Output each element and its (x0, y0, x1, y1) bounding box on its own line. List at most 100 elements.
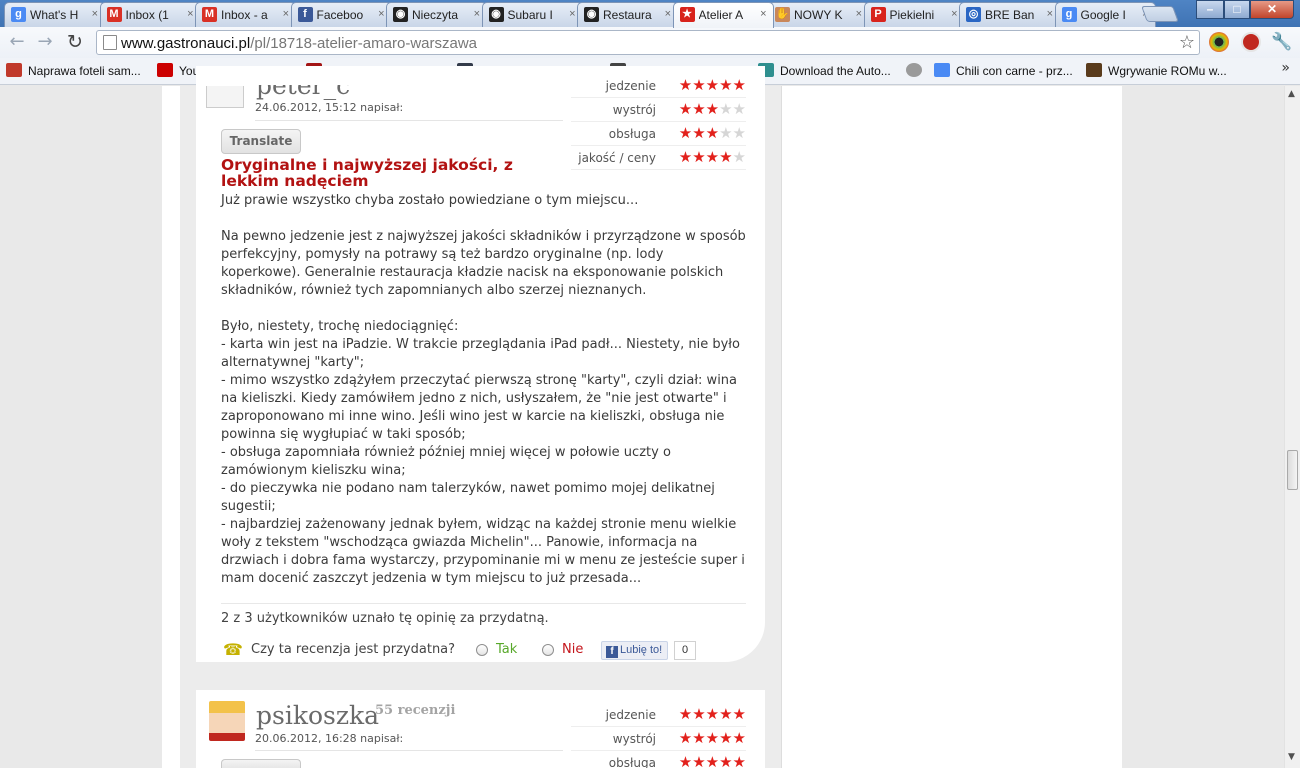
tab-strip: g What's H × M Inbox (1 × M Inbox - a × f Faceboo ×… (0, 0, 1300, 28)
star-icon: ★ (732, 705, 746, 723)
vote-question: Czy ta recenzja jest przydatna? (251, 642, 456, 657)
browser-tab[interactable]: f Faceboo × (290, 2, 392, 27)
avatar[interactable] (209, 701, 245, 741)
browser-tab[interactable]: g What's H × (4, 2, 105, 27)
browser-tab[interactable]: ★ Atelier A × (672, 2, 774, 28)
scroll-up-icon[interactable]: ▲ (1288, 89, 1295, 99)
reviewer-name[interactable]: psikoszka (256, 701, 379, 730)
close-tab-icon[interactable]: × (1047, 8, 1053, 20)
tab-label: Restaura (603, 8, 652, 22)
divider (221, 603, 746, 604)
ratings-table: jedzenie ★★★★★ wystrój ★★★★★ obsługa ★★★★★ jak… (571, 74, 746, 170)
adblock-icon[interactable] (1241, 32, 1261, 52)
bookmark-item[interactable]: Wgrywanie ROMu w... (1086, 63, 1227, 78)
browser-tab[interactable]: M Inbox (1 × (99, 2, 201, 27)
close-window-button[interactable]: ✕ (1250, 0, 1294, 19)
vote-yes-label[interactable]: Tak (496, 642, 517, 657)
review-count[interactable]: 55 recenzji (375, 703, 455, 718)
tab-label: Inbox - a (221, 8, 268, 22)
bookmark-item[interactable] (906, 63, 928, 78)
tab-label: Atelier A (698, 8, 744, 22)
forward-icon[interactable]: → (34, 31, 56, 53)
divider (255, 120, 563, 121)
star-icon: ★ (732, 148, 746, 166)
star-icon: ★ (732, 753, 746, 768)
browser-tab[interactable]: ✋ NOWY K × (768, 2, 869, 27)
bookmark-favicon-icon (1086, 63, 1102, 77)
close-tab-icon[interactable]: × (187, 8, 193, 20)
tab-label: Piekielni (889, 8, 935, 22)
close-tab-icon[interactable]: × (569, 8, 575, 20)
browser-tab[interactable]: ◎ BRE Ban × (959, 2, 1060, 27)
browser-tab[interactable]: P Piekielni × (863, 2, 965, 27)
translate-button[interactable] (221, 759, 301, 768)
bookmark-favicon-icon (906, 63, 922, 77)
star-rating: ★★★★★ (679, 76, 746, 94)
back-icon[interactable]: ← (6, 31, 28, 53)
star-icon: ★ (678, 76, 693, 94)
bookmark-star-icon[interactable]: ☆ (1179, 32, 1195, 53)
reload-icon[interactable]: ↻ (64, 31, 86, 53)
star-icon: ★ (678, 705, 693, 723)
close-tab-icon[interactable]: × (856, 8, 862, 20)
star-icon: ★ (678, 100, 693, 118)
translate-button[interactable]: Translate (221, 129, 301, 154)
close-tab-icon[interactable]: × (92, 8, 98, 20)
more-bookmarks-icon[interactable]: » (1281, 60, 1290, 76)
bookmark-favicon-icon (6, 63, 22, 77)
star-icon: ★ (705, 124, 720, 142)
close-tab-icon[interactable]: × (951, 8, 957, 20)
wrench-icon[interactable]: 🔧 (1271, 31, 1293, 53)
tab-label: Nieczyta (412, 8, 459, 22)
browser-tab[interactable]: ◉ Subaru I × (481, 2, 583, 27)
vote-no-radio[interactable] (542, 644, 554, 656)
bookmark-item[interactable]: Chili con carne - prz... (934, 63, 1073, 78)
vote-no-label[interactable]: Nie (562, 642, 583, 657)
address-bar[interactable]: www.gastronauci.pl/pl/18718-atelier-amar… (96, 30, 1200, 55)
close-tab-icon[interactable]: × (665, 8, 671, 20)
review-body: Już prawie wszystko chyba zostało powied… (221, 193, 746, 586)
browser-tab[interactable]: ◉ Restaura × (577, 2, 678, 27)
rating-label: wystrój (612, 732, 656, 746)
scroll-down-icon[interactable]: ▼ (1288, 752, 1295, 762)
color-wheel-icon[interactable] (1209, 32, 1229, 52)
tab-label: Subaru I (507, 8, 553, 22)
facebook-like-button[interactable]: f Lubię to! (601, 641, 668, 660)
bookmark-favicon-icon (157, 63, 173, 77)
page-scrollbar[interactable]: ▲ ▼ (1284, 86, 1300, 768)
browser-tab[interactable]: gGoogle I× (1054, 2, 1156, 27)
close-tab-icon[interactable]: × (283, 8, 289, 20)
browser-tab[interactable]: M Inbox - a × (195, 2, 296, 27)
bookmark-item[interactable]: Download the Auto... (758, 63, 891, 78)
tab-label: Faceboo (316, 8, 364, 22)
bookmark-label: Chili con carne - prz... (956, 64, 1073, 78)
star-rating: ★★★★★ (679, 729, 746, 747)
google-icon: g (1061, 7, 1077, 22)
maximize-button[interactable]: □ (1224, 0, 1250, 19)
globe-icon: ◎ (966, 7, 981, 22)
tab-label: NOWY K (794, 8, 843, 22)
review-date: 20.06.2012, 16:28 napisał: (255, 732, 404, 745)
star-icon: ★ (692, 76, 706, 94)
minimize-button[interactable]: – (1196, 0, 1224, 19)
url-text: www.gastronauci.pl/pl/18718-atelier-amar… (121, 35, 477, 52)
star-icon: ★ (705, 753, 720, 768)
star-rating: ★★★★★ (679, 100, 746, 118)
bookmark-item[interactable]: Naprawa foteli sam... (6, 63, 141, 78)
star-rating: ★★★★★ (679, 148, 746, 166)
facebook-icon: f (297, 7, 313, 22)
browser-tab[interactable]: ◉ Nieczyta × (386, 2, 487, 27)
close-tab-icon[interactable]: × (378, 8, 384, 20)
forum-icon: ◉ (393, 7, 408, 22)
scroll-thumb[interactable] (1287, 450, 1298, 490)
vote-yes-radio[interactable] (476, 644, 488, 656)
star-rating: ★★★★★ (679, 753, 746, 768)
bookmark-label: Wgrywanie ROMu w... (1108, 64, 1227, 78)
star-icon: ★ (678, 729, 693, 747)
avatar[interactable] (206, 86, 244, 108)
close-tab-icon[interactable]: × (760, 8, 766, 20)
star-icon: ★ (719, 705, 733, 723)
close-tab-icon[interactable]: × (474, 8, 480, 20)
rating-label: obsługa (608, 756, 656, 768)
new-tab-button[interactable] (1141, 6, 1179, 22)
